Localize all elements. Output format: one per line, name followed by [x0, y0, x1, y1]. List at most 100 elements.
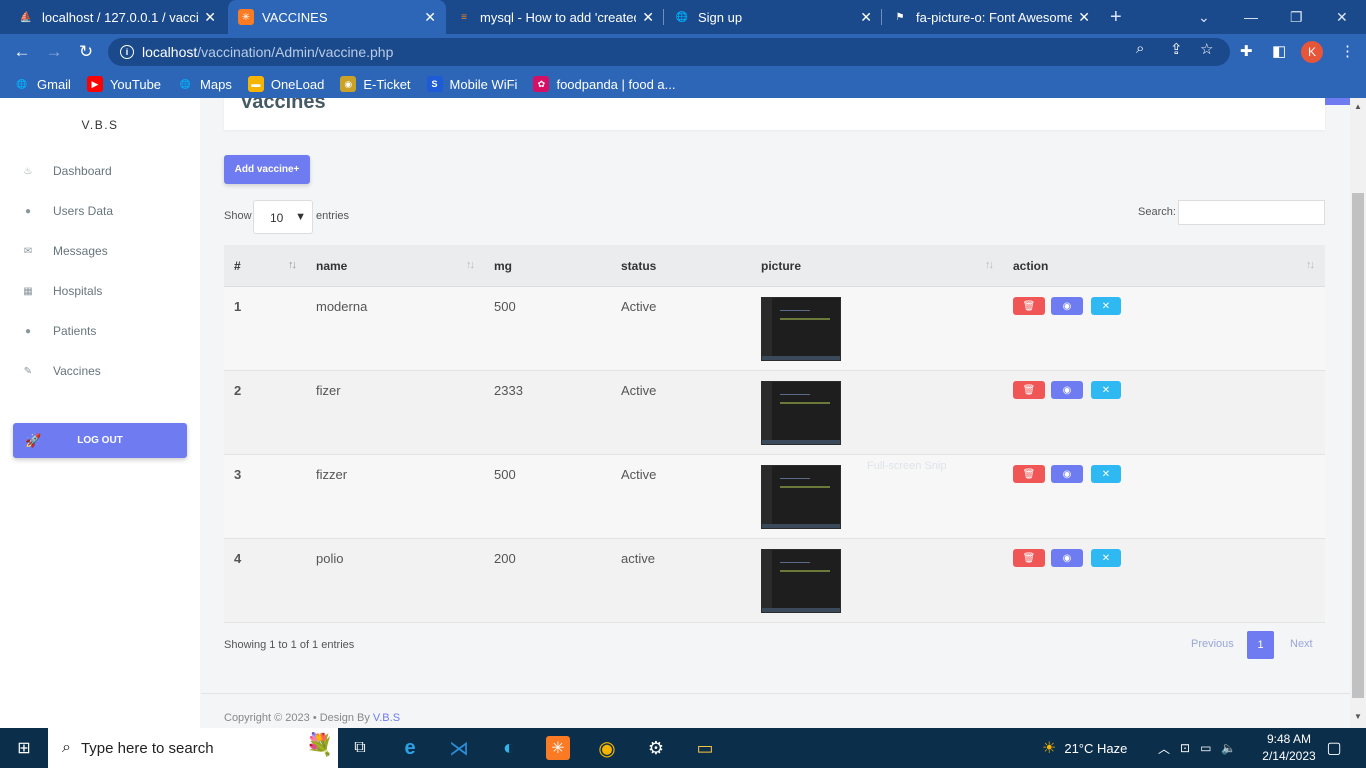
phpmyadmin-icon: ⛵	[19, 11, 33, 23]
close-icon[interactable]: ✕	[642, 9, 654, 26]
settings-gear-icon[interactable]: ⚙	[644, 736, 668, 760]
kebab-menu-icon[interactable]: ⋮	[1340, 42, 1355, 60]
stackoverflow-icon: ≡	[461, 11, 467, 23]
edge-legacy-icon[interactable]: e	[398, 736, 422, 760]
row-mg: 500	[494, 467, 516, 482]
arrow-right-icon: →	[45, 42, 63, 61]
close-button[interactable]: ✕	[1091, 465, 1121, 483]
minimize-button[interactable]: —	[1244, 0, 1258, 34]
profile-avatar[interactable]: K	[1301, 41, 1323, 63]
close-icon: ✕	[1336, 8, 1348, 25]
sidebar-item-patients[interactable]: ● Patients	[22, 324, 96, 338]
sidebar-item-dashboard[interactable]: ♨ Dashboard	[22, 164, 112, 178]
footer-brand-link[interactable]: V.B.S	[373, 712, 400, 724]
close-icon[interactable]: ✕	[1078, 9, 1090, 26]
delete-button[interactable]: 🗑	[1013, 549, 1045, 567]
view-button[interactable]: ◉	[1051, 465, 1083, 483]
weather-widget[interactable]: ☀ 21°C Haze	[1042, 728, 1127, 768]
close-button[interactable]: ✕	[1091, 297, 1121, 315]
edge-icon[interactable]: ◐	[497, 736, 521, 760]
volume-icon[interactable]: 🔈	[1221, 741, 1236, 755]
page-scrollbar[interactable]: ▲ ▼	[1350, 98, 1366, 728]
column-header-action[interactable]: action	[1013, 259, 1048, 273]
pagination-previous[interactable]: Previous	[1191, 638, 1234, 650]
row-id: 3	[234, 467, 242, 482]
sidebar-item-hospitals[interactable]: ▦ Hospitals	[22, 284, 102, 298]
entries-select[interactable]: 10 ▼	[253, 200, 313, 234]
bookmark-youtube[interactable]: ▶ YouTube	[86, 76, 161, 92]
tab-sign-up[interactable]: 🌐 Sign up ✕	[664, 0, 882, 34]
close-button[interactable]: ✕	[1091, 381, 1121, 399]
add-vaccine-button[interactable]: Add vaccine+	[224, 155, 310, 184]
tab-stackoverflow[interactable]: ≡ mysql - How to add 'created_ ✕	[446, 0, 664, 34]
logout-button[interactable]: 🚀 LOG OUT	[13, 423, 187, 458]
taskbar-search[interactable]: ⌕ Type here to search 💐	[48, 728, 338, 768]
tab-vaccines[interactable]: ✳ VACCINES ✕	[228, 0, 446, 34]
delete-button[interactable]: 🗑	[1013, 297, 1045, 315]
task-view-button[interactable]: ⧉	[348, 736, 372, 760]
zoom-icon[interactable]: ⌕	[1136, 40, 1144, 57]
restore-button[interactable]: ❐	[1290, 0, 1303, 34]
tab-phpmyadmin[interactable]: ⛵ localhost / 127.0.0.1 / vaccina ✕	[8, 0, 226, 34]
delete-button[interactable]: 🗑	[1013, 381, 1045, 399]
arrow-left-icon: ←	[13, 42, 31, 61]
scroll-down-icon[interactable]: ▼	[1354, 712, 1362, 721]
taskbar-clock[interactable]: 9:48 AM 2/14/2023	[1258, 731, 1320, 765]
extensions-icon[interactable]: ✚	[1240, 42, 1253, 60]
sidebar-brand: V.B.S	[81, 118, 119, 132]
column-header-status[interactable]: status	[621, 259, 656, 273]
snip-tooltip: Full-screen Snip	[867, 460, 947, 472]
reload-button[interactable]: ↻	[75, 41, 97, 63]
close-icon[interactable]: ✕	[860, 9, 872, 26]
tab-font-awesome[interactable]: ⚑ fa-picture-o: Font Awesome ✕	[882, 0, 1100, 34]
close-button[interactable]: ✕	[1091, 549, 1121, 567]
file-explorer-icon[interactable]: ▭	[693, 736, 717, 760]
column-header-id[interactable]: #	[234, 259, 241, 273]
close-icon[interactable]: ✕	[204, 9, 216, 26]
back-button[interactable]: ←	[11, 41, 33, 63]
view-button[interactable]: ◉	[1051, 549, 1083, 567]
close-window-button[interactable]: ✕	[1336, 0, 1348, 34]
start-button[interactable]: ⊞	[12, 736, 36, 760]
pagination-page[interactable]: 1	[1247, 631, 1274, 659]
flowers-icon: 💐	[306, 732, 334, 757]
chevron-up-icon[interactable]: ︿	[1158, 740, 1170, 757]
footer: Copyright © 2023 • Design By V.B.S	[201, 693, 1350, 728]
close-icon[interactable]: ✕	[424, 9, 436, 26]
bookmark-mobile-wifi[interactable]: S Mobile WiFi	[426, 76, 517, 92]
delete-button[interactable]: 🗑	[1013, 465, 1045, 483]
bookmark-foodpanda[interactable]: ✿ foodpanda | food a...	[533, 76, 675, 92]
xampp-icon[interactable]: ✳	[546, 736, 570, 760]
row-mg: 200	[494, 551, 516, 566]
column-header-name[interactable]: name	[316, 259, 347, 273]
bookmark-gmail[interactable]: 🌐 Gmail	[14, 76, 71, 92]
forward-button[interactable]: →	[43, 41, 65, 63]
view-button[interactable]: ◉	[1051, 381, 1083, 399]
battery-icon[interactable]: ▭	[1200, 741, 1211, 755]
tab-search-button[interactable]: ⌄	[1198, 0, 1210, 34]
notification-icon[interactable]: ▢	[1322, 736, 1346, 760]
chrome-icon[interactable]: ◉	[595, 736, 619, 760]
sidebar-item-messages[interactable]: ✉ Messages	[22, 244, 108, 258]
column-header-mg[interactable]: mg	[494, 259, 512, 273]
sidebar-item-users-data[interactable]: ● Users Data	[22, 204, 113, 218]
search-input[interactable]	[1178, 200, 1325, 225]
scroll-up-icon[interactable]: ▲	[1354, 102, 1362, 111]
bookmark-eticket[interactable]: ◉ E-Ticket	[340, 76, 411, 92]
pagination-next[interactable]: Next	[1290, 638, 1313, 650]
new-tab-button[interactable]: +	[1110, 0, 1122, 34]
page-viewport: V.B.S ♨ Dashboard ● Users Data ✉ Messages ▦…	[0, 98, 1366, 728]
side-panel-icon[interactable]: ◧	[1272, 42, 1286, 60]
vscode-icon[interactable]: ⋊	[447, 736, 471, 760]
bookmark-maps[interactable]: 🌐 Maps	[177, 76, 231, 92]
network-icon[interactable]: ⊡	[1180, 741, 1190, 755]
sidebar-item-vaccines[interactable]: ✎ Vaccines	[22, 364, 101, 378]
view-button[interactable]: ◉	[1051, 297, 1083, 315]
url-field[interactable]: i localhost/vaccination/Admin/vaccine.ph…	[108, 38, 1230, 66]
user-icon: ●	[24, 205, 32, 217]
bookmark-oneload[interactable]: ▬ OneLoad	[247, 76, 324, 92]
column-header-picture[interactable]: picture	[761, 259, 801, 273]
share-icon[interactable]: ⇪	[1170, 40, 1183, 58]
scrollbar-thumb[interactable]	[1352, 193, 1364, 698]
star-icon[interactable]: ☆	[1200, 40, 1213, 58]
